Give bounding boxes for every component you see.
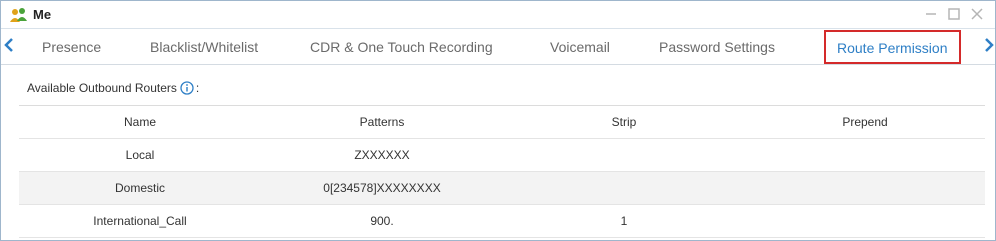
route-prepend — [745, 139, 985, 171]
section-label-suffix: : — [195, 81, 200, 95]
route-strip — [503, 172, 745, 204]
route-patterns: ZXXXXXX — [354, 148, 410, 162]
info-icon[interactable] — [180, 81, 194, 95]
table-header-row: Name Patterns Strip Prepend — [19, 106, 985, 139]
section-label-text: Available Outbound Routers — [27, 81, 177, 95]
tab-voicemail[interactable]: Voicemail — [550, 39, 610, 55]
minimize-icon[interactable] — [923, 6, 939, 22]
table-row[interactable]: International_Call 900. 1 — [19, 205, 985, 238]
table-row[interactable]: Domestic 0[234578]XXXXXXXX — [19, 172, 985, 205]
route-name: International_Call — [93, 214, 187, 228]
window-title: Me — [33, 7, 52, 22]
route-strip — [503, 139, 745, 171]
route-name: Domestic — [114, 181, 165, 195]
column-header-name: Name — [123, 115, 156, 129]
tab-route-permission[interactable]: Route Permission — [824, 30, 961, 64]
app-window: Me Presence Blacklist/Whitelist CDR & On… — [0, 0, 996, 241]
table-row[interactable]: Local ZXXXXXX — [19, 139, 985, 172]
close-icon[interactable] — [969, 6, 985, 22]
users-icon — [10, 8, 27, 22]
route-strip: 1 — [620, 214, 628, 228]
tab-blacklist-whitelist[interactable]: Blacklist/Whitelist — [150, 39, 258, 55]
column-header-strip: Strip — [611, 115, 637, 129]
tab-cdr-recording[interactable]: CDR & One Touch Recording — [310, 39, 493, 55]
route-name: Local — [125, 148, 155, 162]
maximize-icon[interactable] — [946, 6, 962, 22]
route-patterns: 900. — [370, 214, 394, 228]
route-prepend — [745, 172, 985, 204]
tab-password-settings[interactable]: Password Settings — [659, 39, 775, 55]
column-header-patterns: Patterns — [359, 115, 405, 129]
chevron-right-icon[interactable] — [981, 35, 996, 55]
route-prepend — [745, 205, 985, 237]
tab-presence[interactable]: Presence — [42, 39, 101, 55]
column-header-prepend: Prepend — [842, 115, 888, 129]
tab-bar: Presence Blacklist/Whitelist CDR & One T… — [1, 29, 995, 65]
route-patterns: 0[234578]XXXXXXXX — [323, 181, 441, 195]
section-label: Available Outbound Routers : — [27, 81, 199, 95]
chevron-left-icon[interactable] — [1, 35, 17, 55]
outbound-routes-table: Name Patterns Strip Prepend Local ZXXXXX… — [19, 105, 985, 238]
title-bar: Me — [1, 1, 995, 29]
